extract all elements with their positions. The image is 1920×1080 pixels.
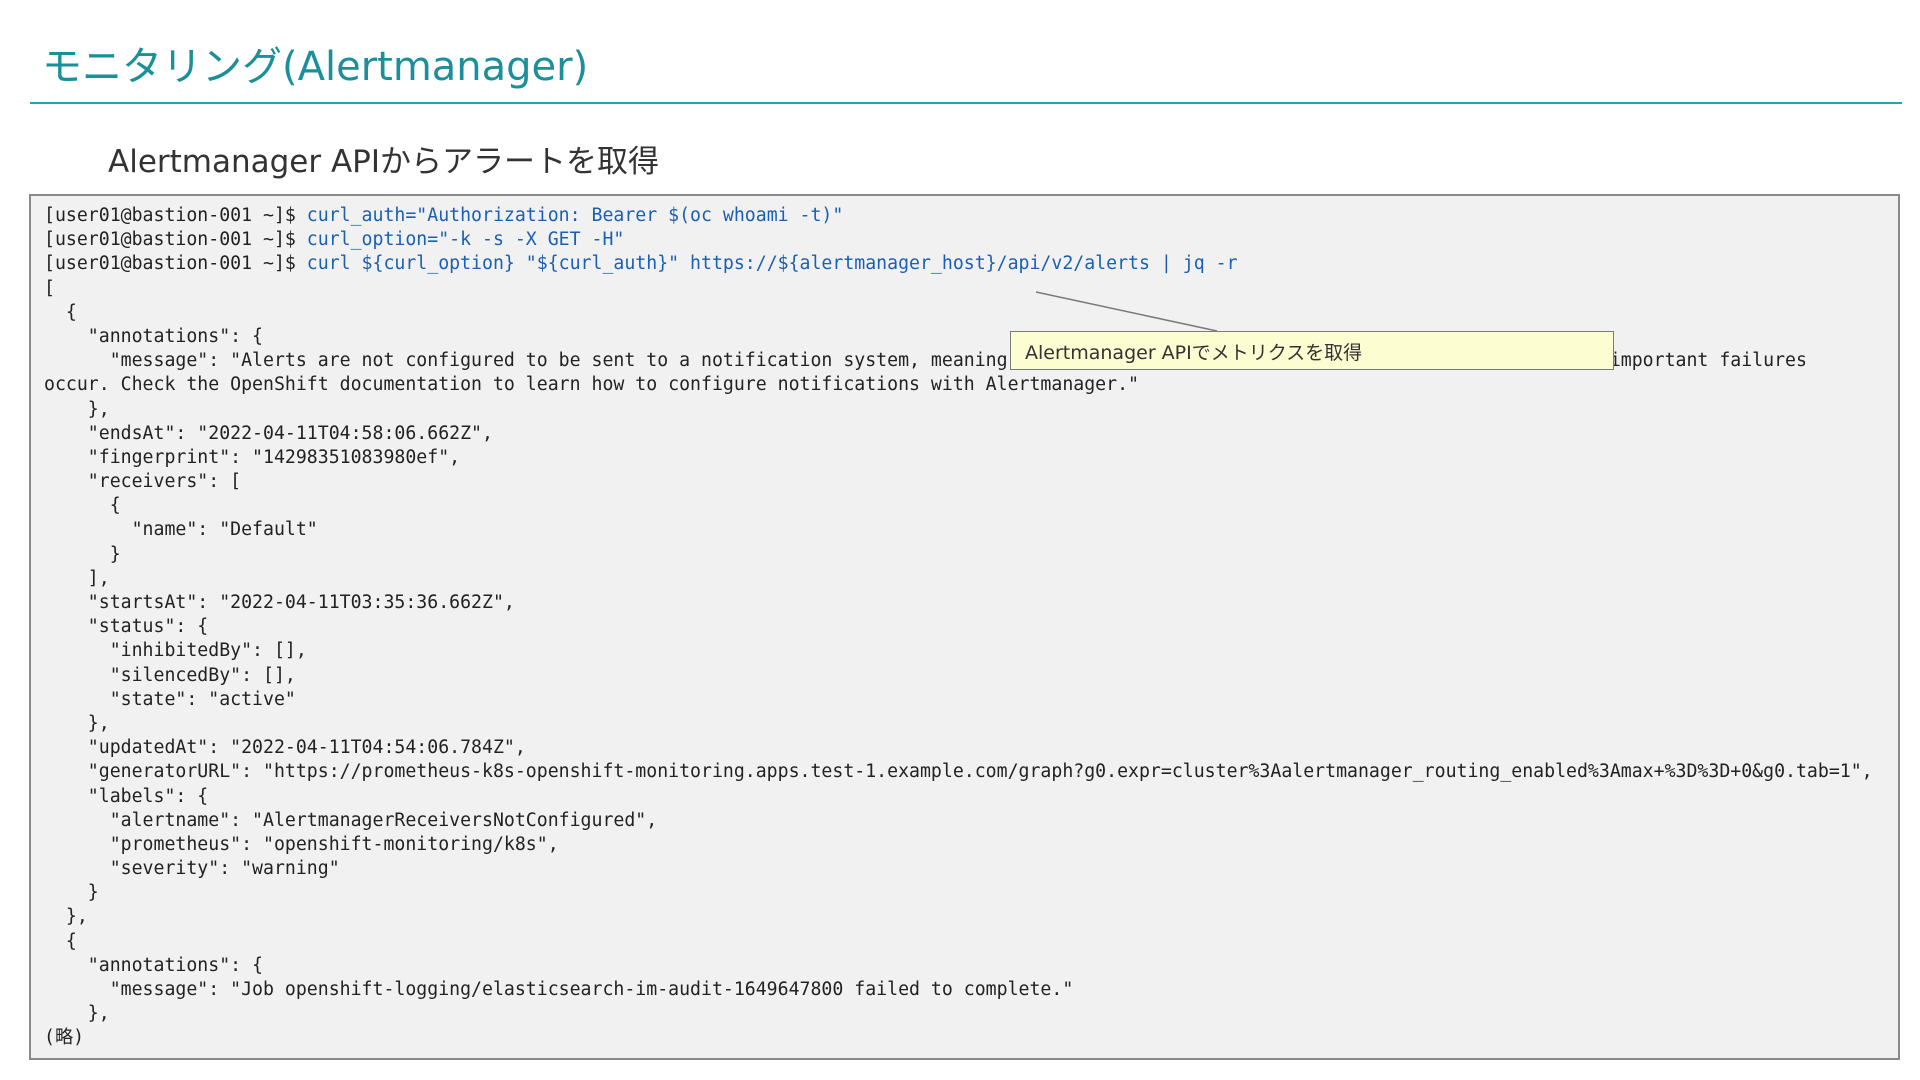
terminal-line: "fingerprint": "14298351083980ef", (44, 446, 1873, 470)
terminal-line: } (44, 543, 1873, 567)
terminal-line-text: "fingerprint": "14298351083980ef", (44, 446, 461, 468)
terminal-line-text: "prometheus": "openshift-monitoring/k8s"… (44, 833, 559, 855)
callout-text: Alertmanager APIでメトリクスを取得 (1025, 342, 1363, 364)
terminal-line-text: occur. Check the OpenShift documentation… (44, 374, 1139, 396)
section-subtitle: Alertmanager APIからアラートを取得 (108, 144, 660, 180)
terminal-line: [user01@bastion-001 ~]$ curl_option="-k … (44, 228, 1873, 252)
terminal-line-text: "receivers": [ (44, 471, 242, 493)
terminal-line: "labels": { (44, 785, 1873, 809)
terminal-line-text: [user01@bastion-001 ~]$ (44, 253, 307, 275)
terminal-line-text: "inhibitedBy": [], (44, 640, 307, 662)
terminal-line: "startsAt": "2022-04-11T03:35:36.662Z", (44, 591, 1873, 615)
terminal-line: [ (44, 277, 1873, 301)
terminal-line: [user01@bastion-001 ~]$ curl ${curl_opti… (44, 252, 1873, 276)
page-title: モニタリング(Alertmanager) (42, 44, 589, 90)
terminal-line: "prometheus": "openshift-monitoring/k8s"… (44, 833, 1873, 857)
terminal-line: }, (44, 712, 1873, 736)
terminal-line-text: "startsAt": "2022-04-11T03:35:36.662Z", (44, 592, 515, 613)
callout-box: Alertmanager APIでメトリクスを取得 (1010, 331, 1614, 370)
terminal-line: "silencedBy": [], (44, 664, 1873, 688)
terminal-line: { (44, 930, 1873, 954)
terminal-line-text: (略) (44, 1027, 85, 1049)
terminal-line-text: } (44, 882, 99, 904)
terminal-line-text: "generatorURL": "https://prometheus-k8s-… (44, 761, 1873, 783)
terminal-line: "state": "active" (44, 688, 1873, 712)
terminal-line: { (44, 494, 1873, 518)
terminal-line: occur. Check the OpenShift documentation… (44, 373, 1873, 397)
terminal-line-text: "endsAt": "2022-04-11T04:58:06.662Z", (44, 422, 493, 444)
terminal-line: "message": "Job openshift-logging/elasti… (44, 978, 1873, 1002)
terminal-line-text: [user01@bastion-001 ~]$ (44, 205, 307, 226)
terminal-line: } (44, 881, 1873, 905)
terminal-line: "severity": "warning" (44, 857, 1873, 881)
terminal-line: }, (44, 905, 1873, 929)
terminal-line: "alertname": "AlertmanagerReceiversNotCo… (44, 809, 1873, 833)
terminal-line-text: }, (44, 398, 110, 420)
terminal-line: "endsAt": "2022-04-11T04:58:06.662Z", (44, 422, 1873, 446)
terminal-line: [user01@bastion-001 ~]$ curl_auth="Autho… (44, 204, 1873, 228)
terminal-line-text: [user01@bastion-001 ~]$ (44, 229, 307, 251)
terminal-line: { (44, 301, 1873, 325)
terminal-line-text: }, (44, 1003, 110, 1025)
terminal-line: "receivers": [ (44, 470, 1873, 494)
terminal-line-text: "silencedBy": [], (44, 664, 296, 686)
terminal-line: }, (44, 1002, 1873, 1026)
terminal-line-text: "message": "Job openshift-logging/elasti… (44, 979, 1074, 1000)
terminal-line-text: "updatedAt": "2022-04-11T04:54:06.784Z", (44, 737, 526, 759)
terminal-line: (略) (44, 1026, 1873, 1050)
title-divider (30, 102, 1902, 104)
terminal-line-text: "annotations": { (44, 325, 263, 347)
terminal-command: curl_option="-k -s -X GET -H" (306, 229, 625, 251)
terminal-line: ], (44, 567, 1873, 591)
terminal-line-text: { (44, 930, 77, 952)
terminal-line: "updatedAt": "2022-04-11T04:54:06.784Z", (44, 736, 1873, 760)
terminal-line-text: [ (44, 277, 55, 299)
terminal-line: }, (44, 398, 1873, 422)
terminal-line-text: { (44, 495, 121, 517)
terminal-command: curl_auth="Authorization: Bearer $(oc wh… (306, 205, 844, 226)
terminal-line: "annotations": { (44, 954, 1873, 978)
terminal-line: "name": "Default" (44, 518, 1873, 542)
terminal-line: "status": { (44, 615, 1873, 639)
terminal-line-text: }, (44, 906, 88, 928)
terminal-line-text: "status": { (44, 616, 209, 638)
terminal-line-text: "labels": { (44, 785, 209, 807)
terminal-line-text: "state": "active" (44, 688, 296, 710)
terminal-line-text: } (44, 543, 121, 565)
terminal-line-text: "annotations": { (44, 954, 263, 976)
terminal-line: "inhibitedBy": [], (44, 639, 1873, 663)
terminal-line-text: }, (44, 712, 110, 734)
terminal-line: "generatorURL": "https://prometheus-k8s-… (44, 760, 1873, 784)
terminal-line-text: "severity": "warning" (44, 858, 340, 880)
terminal-line-text: ], (44, 567, 110, 589)
terminal-command: curl ${curl_option} "${curl_auth}" https… (306, 253, 1238, 275)
terminal-output-panel: [user01@bastion-001 ~]$ curl_auth="Autho… (29, 194, 1900, 1060)
terminal-line-text: "alertname": "AlertmanagerReceiversNotCo… (44, 809, 658, 831)
terminal-line-text: { (44, 301, 77, 323)
terminal-line-text: "name": "Default" (44, 519, 318, 541)
